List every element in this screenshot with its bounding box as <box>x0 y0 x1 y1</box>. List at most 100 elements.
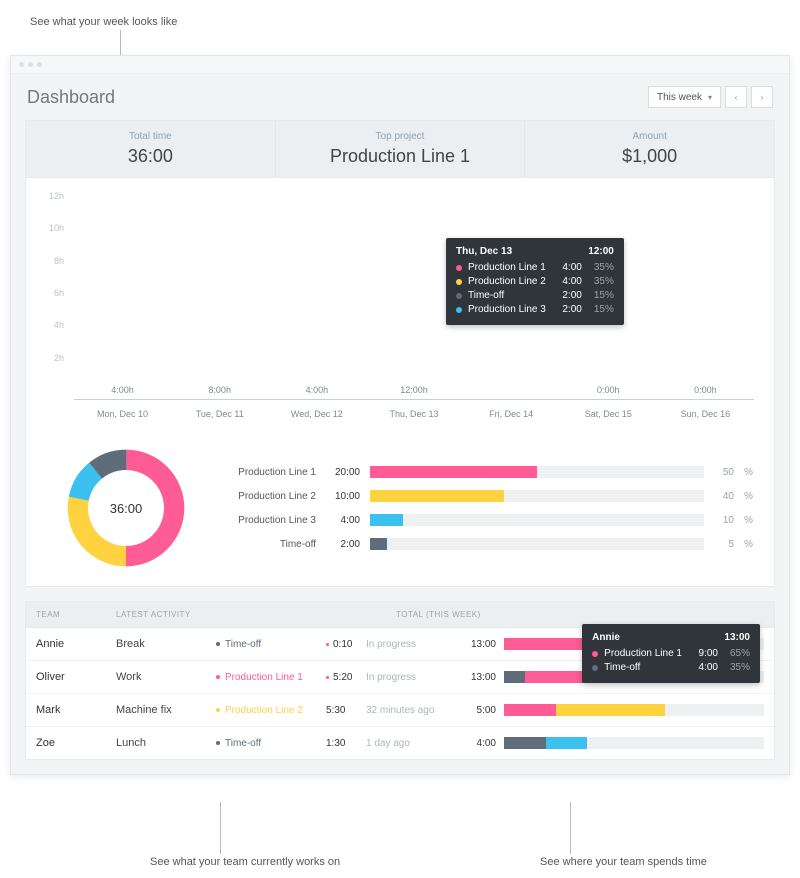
swatch-icon <box>456 293 462 299</box>
tooltip-row-name: Time-off <box>604 661 682 675</box>
weekly-bar-chart[interactable]: 2h4h6h8h10h12h 4:00hMon, Dec 108:00hTue,… <box>26 178 774 438</box>
activity-duration: 0:10 <box>326 639 366 650</box>
team-member-name: Annie <box>36 638 116 650</box>
window-titlebar <box>11 56 789 74</box>
project-color-icon <box>216 642 220 646</box>
activity-status: 1 day ago <box>366 738 456 749</box>
breakdown-time: 20:00 <box>326 467 360 478</box>
tooltip-row-name: Production Line 1 <box>604 647 682 661</box>
pct-unit: % <box>744 467 754 478</box>
team-row[interactable]: ZoeLunchTime-off1:301 day ago4:00 <box>26 727 774 759</box>
breakdown-name: Production Line 1 <box>206 467 316 478</box>
breakdown-name: Production Line 3 <box>206 515 316 526</box>
swatch-icon <box>456 279 462 285</box>
team-bar-segment <box>504 671 525 683</box>
x-tick-label: Mon, Dec 10 <box>95 409 149 419</box>
breakdown-pct: 40 <box>714 491 734 502</box>
pct-unit: % <box>744 515 754 526</box>
donut-chart[interactable]: 36:00 <box>66 448 186 568</box>
x-tick-label: Thu, Dec 13 <box>387 409 441 419</box>
swatch-icon <box>592 665 598 671</box>
breakdown-row[interactable]: Production Line 210:0040% <box>206 484 754 508</box>
tooltip-row-pct: 65% <box>724 647 750 661</box>
activity-project: Time-off <box>216 639 326 650</box>
week-total: 5:00 <box>456 705 496 716</box>
bar-total-label: 8:00h <box>193 385 247 395</box>
range-select-value: This week <box>657 92 702 103</box>
swatch-icon <box>592 651 598 657</box>
stat-label: Amount <box>525 131 774 142</box>
chevron-left-icon: ‹ <box>735 93 738 102</box>
live-dot-icon <box>326 643 329 646</box>
breakdown-pct: 5 <box>714 539 734 550</box>
tooltip-row-pct: 35% <box>588 261 614 275</box>
project-breakdown: Production Line 120:0050%Production Line… <box>206 460 754 556</box>
activity-status: In progress <box>366 672 456 683</box>
breakdown-row[interactable]: Production Line 34:0010% <box>206 508 754 532</box>
tooltip-row-value: 2:00 <box>552 289 582 303</box>
annotation-top: See what your week looks like <box>30 16 177 28</box>
swatch-icon <box>456 307 462 313</box>
latest-activity: Break <box>116 638 216 650</box>
col-header-total: TOTAL (THIS WEEK) <box>396 610 764 619</box>
week-total: 13:00 <box>456 672 496 683</box>
breakdown-row[interactable]: Production Line 120:0050% <box>206 460 754 484</box>
team-week-bar[interactable] <box>504 704 764 716</box>
activity-duration: 5:20 <box>326 672 366 683</box>
x-tick-label: Sat, Dec 15 <box>581 409 635 419</box>
col-header-team: TEAM <box>36 610 116 619</box>
swatch-icon <box>456 265 462 271</box>
team-week-bar[interactable] <box>504 737 764 749</box>
latest-activity: Machine fix <box>116 704 216 716</box>
x-tick-label: Tue, Dec 11 <box>193 409 247 419</box>
activity-project: Production Line 1 <box>216 672 326 683</box>
breakdown-name: Production Line 2 <box>206 491 316 502</box>
stat-top-project: Top project Production Line 1 <box>276 121 526 177</box>
team-bar-segment <box>504 704 556 716</box>
donut-center-value: 36:00 <box>88 470 164 546</box>
team-bar-segment <box>556 704 665 716</box>
bar-total-label <box>484 385 538 395</box>
activity-project: Time-off <box>216 738 326 749</box>
breakdown-time: 2:00 <box>326 539 360 550</box>
breakdown-time: 10:00 <box>326 491 360 502</box>
bar-total-label: 0:00h <box>678 385 732 395</box>
breakdown-bar <box>370 490 704 502</box>
breakdown-bar <box>370 538 704 550</box>
team-member-name: Mark <box>36 704 116 716</box>
team-tooltip: Annie 13:00 Production Line 19:0065%Time… <box>582 624 760 683</box>
stat-value: Production Line 1 <box>276 146 525 167</box>
pct-unit: % <box>744 539 754 550</box>
latest-activity: Lunch <box>116 737 216 749</box>
team-member-name: Zoe <box>36 737 116 749</box>
tooltip-total: 12:00 <box>588 246 614 257</box>
chevron-right-icon: › <box>761 93 764 102</box>
breakdown-name: Time-off <box>206 539 316 550</box>
tooltip-row-pct: 15% <box>588 303 614 317</box>
breakdown-pct: 10 <box>714 515 734 526</box>
annotation-line <box>220 802 221 854</box>
tooltip-row-value: 2:00 <box>552 303 582 317</box>
y-tick: 10h <box>49 223 64 233</box>
x-tick-label: Wed, Dec 12 <box>290 409 344 419</box>
x-tick-label: Fri, Dec 14 <box>484 409 538 419</box>
team-row[interactable]: MarkMachine fixProduction Line 25:3032 m… <box>26 694 774 727</box>
range-select[interactable]: This week ▾ <box>648 86 721 108</box>
tooltip-row-pct: 35% <box>724 661 750 675</box>
activity-status: In progress <box>366 639 456 650</box>
window-button-icon <box>19 62 24 67</box>
tooltip-row-name: Production Line 3 <box>468 303 546 317</box>
tooltip-title: Thu, Dec 13 <box>456 246 512 257</box>
next-button[interactable]: › <box>751 86 773 108</box>
window-button-icon <box>37 62 42 67</box>
tooltip-row-name: Production Line 1 <box>468 261 546 275</box>
breakdown-row[interactable]: Time-off 2:00 5% <box>206 532 754 556</box>
breakdown-bar <box>370 514 704 526</box>
prev-button[interactable]: ‹ <box>725 86 747 108</box>
breakdown-bar <box>370 466 704 478</box>
activity-duration: 5:30 <box>326 705 366 716</box>
tooltip-row-name: Time-off <box>468 289 546 303</box>
tooltip-row-name: Production Line 2 <box>468 275 546 289</box>
page-title: Dashboard <box>27 87 648 108</box>
app-window: Dashboard This week ▾ ‹ › Total time 36:… <box>10 55 790 775</box>
